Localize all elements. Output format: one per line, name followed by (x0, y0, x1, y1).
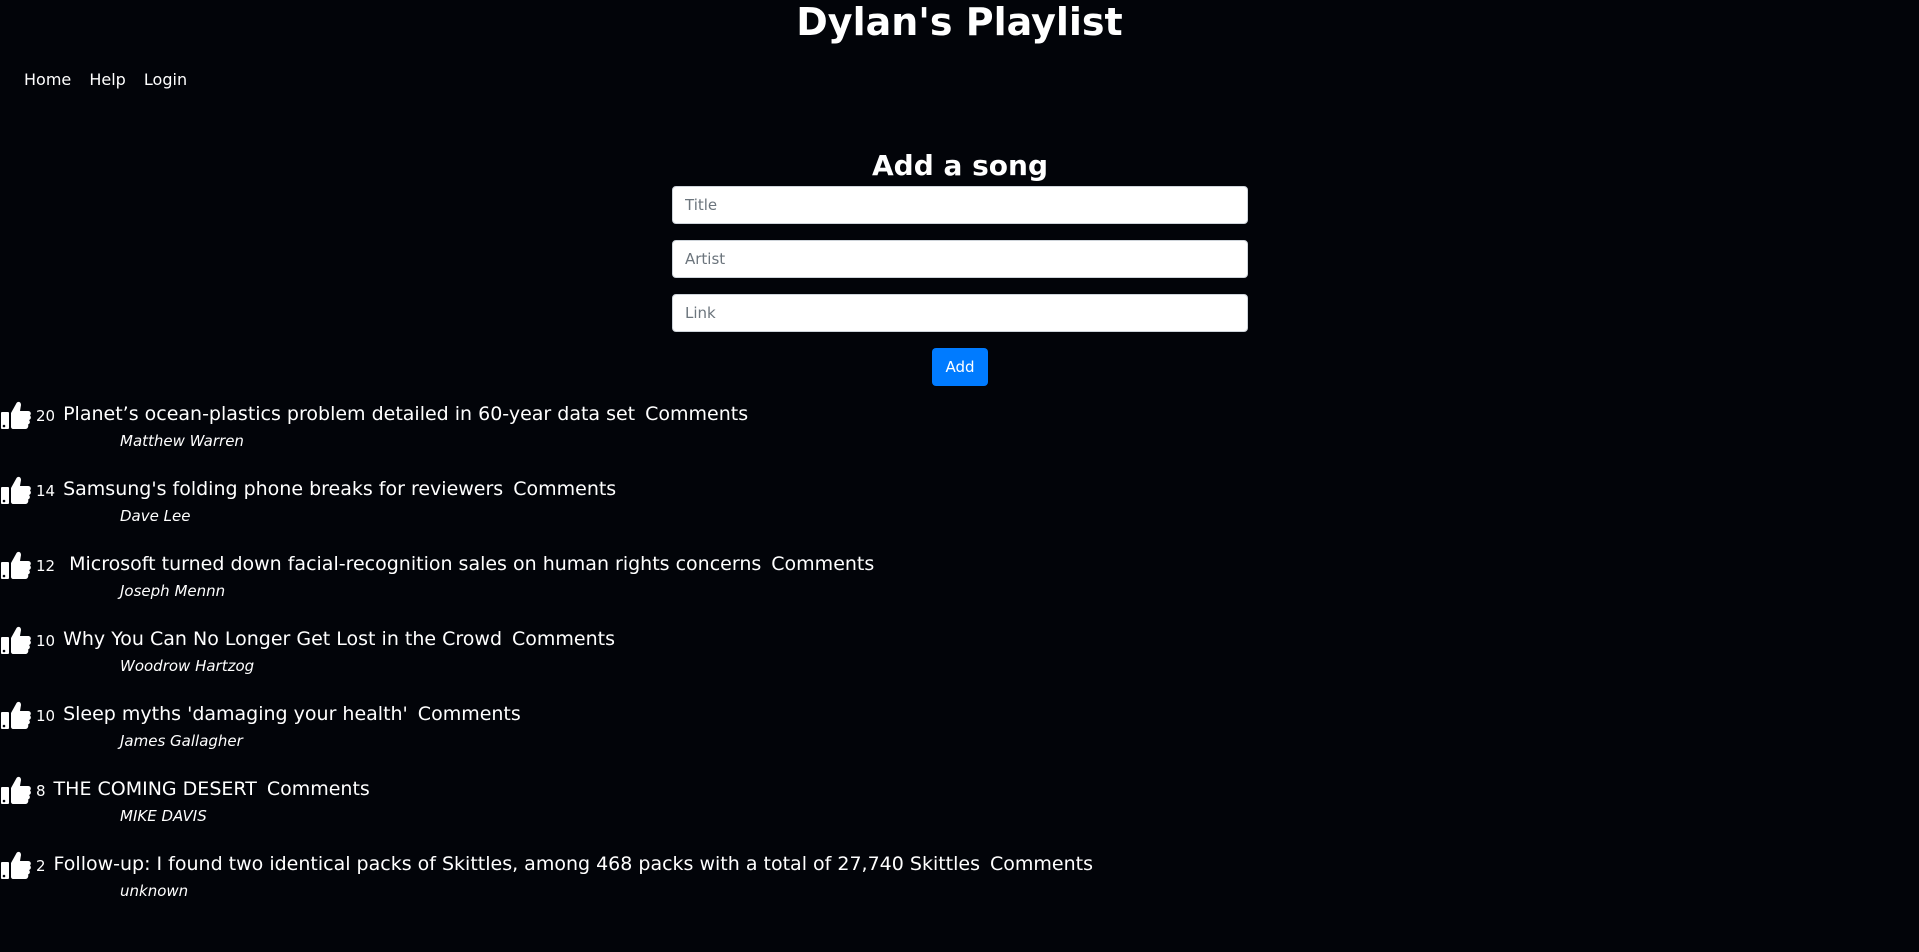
like-count: 2 (36, 857, 46, 875)
add-button[interactable]: Add (932, 348, 988, 386)
title-input[interactable] (672, 186, 1248, 224)
comments-link[interactable]: Comments (645, 403, 748, 425)
song-item: 10 Sleep myths 'damaging your health' Comm… (0, 698, 1200, 773)
song-line: 12 Microsoft turned down facial-recognit… (0, 548, 1200, 580)
page-title: Dylan's Playlist (796, 0, 1123, 44)
song-title: THE COMING DESERT (53, 778, 257, 800)
song-line: 2 Follow-up: I found two identical packs … (0, 848, 1200, 880)
like-count: 14 (36, 482, 56, 500)
song-item: 14 Samsung's folding phone breaks for rev… (0, 473, 1200, 548)
song-title: Why You Can No Longer Get Lost in the Cr… (63, 628, 503, 650)
like-count: 12 (36, 557, 56, 575)
like-count: 20 (36, 407, 56, 425)
song-item: 20 Planet’s ocean-plastics problem detail… (0, 398, 1200, 473)
song-artist: James Gallagher (120, 732, 243, 750)
nav-login-link[interactable]: Login (144, 70, 187, 89)
nav-home-link[interactable]: Home (24, 70, 71, 89)
link-input[interactable] (672, 294, 1248, 332)
thumbs-up-icon[interactable] (0, 848, 32, 880)
thumbs-up-icon[interactable] (0, 398, 32, 430)
thumbs-up-icon[interactable] (0, 773, 32, 805)
song-list: 20 Planet’s ocean-plastics problem detail… (0, 398, 1200, 923)
like-count: 8 (36, 782, 46, 800)
artist-input[interactable] (672, 240, 1248, 278)
song-artist: Woodrow Hartzog (120, 657, 255, 675)
nav-help-link[interactable]: Help (89, 70, 125, 89)
like-count: 10 (36, 632, 56, 650)
song-item: 2 Follow-up: I found two identical packs … (0, 848, 1200, 923)
thumbs-up-icon[interactable] (0, 548, 32, 580)
add-song-form: Add a song Add (672, 146, 1248, 386)
song-item: 8 THE COMING DESERT Comments MIKE DAVIS (0, 773, 1200, 848)
song-artist: unknown (120, 882, 189, 900)
thumbs-up-icon[interactable] (0, 698, 32, 730)
add-song-heading: Add a song (871, 149, 1049, 182)
comments-link[interactable]: Comments (513, 478, 616, 500)
song-artist: MIKE DAVIS (120, 807, 207, 825)
song-item: 10 Why You Can No Longer Get Lost in the … (0, 623, 1200, 698)
song-line: 20 Planet’s ocean-plastics problem detail… (0, 398, 1200, 430)
song-line: 8 THE COMING DESERT Comments (0, 773, 1200, 805)
song-line: 10 Why You Can No Longer Get Lost in the … (0, 623, 1200, 655)
comments-link[interactable]: Comments (771, 553, 874, 575)
song-title: Follow-up: I found two identical packs o… (53, 853, 980, 875)
song-artist: Dave Lee (120, 507, 191, 525)
song-title: Microsoft turned down facial-recognition… (63, 553, 762, 575)
song-artist: Joseph Mennn (120, 582, 226, 600)
song-line: 14 Samsung's folding phone breaks for rev… (0, 473, 1200, 505)
thumbs-up-icon[interactable] (0, 623, 32, 655)
comments-link[interactable]: Comments (267, 778, 370, 800)
thumbs-up-icon[interactable] (0, 473, 32, 505)
song-title: Samsung's folding phone breaks for revie… (63, 478, 504, 500)
like-count: 10 (36, 707, 56, 725)
nav-bar: Home Help Login (24, 70, 200, 89)
comments-link[interactable]: Comments (418, 703, 521, 725)
comments-link[interactable]: Comments (512, 628, 615, 650)
comments-link[interactable]: Comments (990, 853, 1093, 875)
song-artist: Matthew Warren (120, 432, 244, 450)
song-item: 12 Microsoft turned down facial-recognit… (0, 548, 1200, 623)
song-line: 10 Sleep myths 'damaging your health' Comm… (0, 698, 1200, 730)
song-title: Planet’s ocean-plastics problem detailed… (63, 403, 636, 425)
song-title: Sleep myths 'damaging your health' (63, 703, 408, 725)
